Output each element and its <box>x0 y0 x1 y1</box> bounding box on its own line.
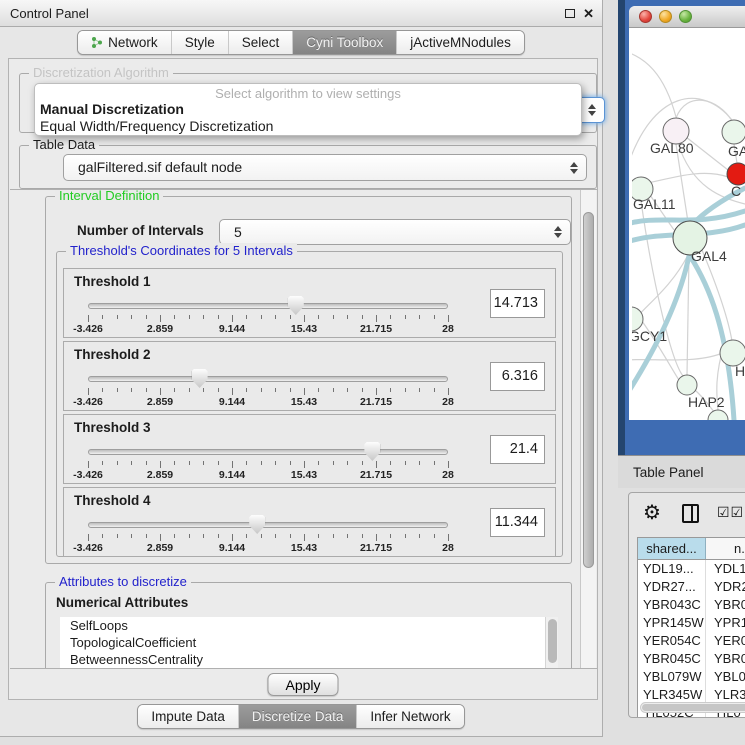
table-panel: ⚙ ☑☑ shared... n... YDL19...YDL1 YDR27..… <box>628 492 745 718</box>
apply-button[interactable]: Apply <box>267 673 338 696</box>
threshold-2-box: Threshold 2 -3.4262.8599.14415.4321.7152… <box>63 341 556 411</box>
svg-text:HAP2: HAP2 <box>688 394 725 410</box>
algorithm-dropdown-popup: Select algorithm to view settings Manual… <box>34 83 582 136</box>
frame-edge <box>618 0 625 455</box>
zoom-traffic-light-icon[interactable] <box>679 10 692 23</box>
combo-arrows-icon <box>570 162 578 174</box>
list-scrollbar[interactable] <box>545 617 558 669</box>
threshold-coordinates-label: Threshold's Coordinates for 5 Intervals <box>66 243 297 258</box>
table-data-label: Table Data <box>29 137 99 152</box>
attributes-group-label: Attributes to discretize <box>55 574 191 589</box>
numerical-attributes-list: SelfLoops TopologicalCoefficient Between… <box>60 617 558 669</box>
tab-style[interactable]: Style <box>171 31 228 54</box>
algorithm-option-manual[interactable]: Manual Discretization <box>35 101 581 118</box>
svg-text:GAL4: GAL4 <box>691 248 727 264</box>
number-of-intervals-label: Number of Intervals <box>77 223 204 238</box>
table-row[interactable]: YBR043CYBR0 <box>638 596 745 614</box>
panel-title: Control Panel <box>10 6 89 21</box>
svg-text:C: C <box>731 183 741 199</box>
network-canvas[interactable]: GAL80 GA C GAL11 GAL4 GCY1 H HAP2 <box>632 28 745 420</box>
table-row[interactable]: YBR045CYBR0 <box>638 650 745 668</box>
number-of-intervals-combobox[interactable]: 5 <box>219 219 571 245</box>
cyni-content-panel: Discretization Algorithm Select algorith… <box>8 58 598 700</box>
algorithm-placeholder-item: Select algorithm to view settings <box>35 84 581 101</box>
slider-thumb[interactable] <box>288 296 304 315</box>
svg-text:GAL80: GAL80 <box>650 140 694 156</box>
tab-discretize-data[interactable]: Discretize Data <box>238 705 357 728</box>
threshold-3-slider[interactable]: -3.4262.8599.14415.4321.71528 <box>88 441 448 483</box>
discretization-algorithm-label: Discretization Algorithm <box>29 65 173 80</box>
gear-icon[interactable]: ⚙ <box>643 500 661 525</box>
settings-vertical-scrollbar[interactable] <box>580 190 596 668</box>
combo-arrows-icon <box>588 104 596 116</box>
settings-scroll-area: Interval Definition Number of Intervals … <box>10 189 597 669</box>
threshold-2-slider[interactable]: -3.4262.8599.14415.4321.71528 <box>88 368 448 410</box>
control-panel: Control Panel ✕ Network Style Select Cyn… <box>0 0 603 737</box>
list-item[interactable]: BetweennessCentrality <box>60 651 558 668</box>
threshold-4-value-field[interactable]: 11.344 <box>490 508 545 537</box>
node-truncated-top-right[interactable] <box>722 120 745 144</box>
slider-thumb[interactable] <box>364 442 380 461</box>
node-bottom-truncated[interactable] <box>708 410 728 420</box>
list-item[interactable]: TopologicalCoefficient <box>60 634 558 651</box>
table-row[interactable]: YDR27...YDR2 <box>638 578 745 596</box>
slider-thumb[interactable] <box>249 515 265 534</box>
table-horizontal-scrollbar[interactable] <box>640 702 745 713</box>
column-header-name[interactable]: n... <box>706 538 745 559</box>
close-traffic-light-icon[interactable] <box>639 10 652 23</box>
threshold-3-box: Threshold 3 -3.4262.8599.14415.4321.7152… <box>63 414 556 484</box>
node-red-selected[interactable] <box>727 163 745 185</box>
minimize-traffic-light-icon[interactable] <box>659 10 672 23</box>
algorithm-option-equal-width[interactable]: Equal Width/Frequency Discretization <box>35 118 581 135</box>
threshold-3-value-field[interactable]: 21.4 <box>490 435 545 464</box>
table-row[interactable]: YPR145WYPR1 <box>638 614 745 632</box>
tab-cyni-toolbox[interactable]: Cyni Toolbox <box>292 31 396 54</box>
tab-infer-network[interactable]: Infer Network <box>356 705 463 728</box>
table-panel-title: Table Panel <box>633 465 704 480</box>
attributes-to-discretize-group: Attributes to discretize Numerical Attri… <box>45 582 572 669</box>
node-table: shared... n... YDL19...YDL1 YDR27...YDR2… <box>637 537 745 718</box>
numerical-attributes-title: Numerical Attributes <box>56 595 188 610</box>
columns-icon[interactable] <box>682 504 699 523</box>
interval-definition-label: Interval Definition <box>55 189 163 203</box>
threshold-4-box: Threshold 4 -3.4262.8599.14415.4321.7152… <box>63 487 556 557</box>
threshold-1-value-field[interactable]: 14.713 <box>490 289 545 318</box>
threshold-coordinates-group: Threshold's Coordinates for 5 Intervals … <box>56 251 563 557</box>
network-window-titlebar[interactable] <box>629 6 745 28</box>
threshold-1-box: Threshold 1 -3.4262.8599.14415.4321.7152… <box>63 268 556 338</box>
svg-text:GA: GA <box>728 143 745 159</box>
table-row[interactable]: YBL079WYBL0 <box>638 668 745 686</box>
tab-jactivemnodules[interactable]: jActiveMNodules <box>396 31 524 54</box>
network-view-frame: GAL80 GA C GAL11 GAL4 GCY1 H HAP2 <box>618 0 745 455</box>
threshold-1-slider[interactable]: -3.4262.8599.14415.4321.71528 <box>88 295 448 337</box>
table-header-row: shared... n... <box>638 538 745 560</box>
svg-text:GAL11: GAL11 <box>633 196 676 212</box>
slider-thumb[interactable] <box>192 369 208 388</box>
tab-select[interactable]: Select <box>228 31 293 54</box>
network-icon <box>91 36 103 49</box>
column-header-shared-name[interactable]: shared... <box>638 538 706 559</box>
threshold-2-value-field[interactable]: 6.316 <box>490 362 545 391</box>
network-window: GAL80 GA C GAL11 GAL4 GCY1 H HAP2 <box>629 6 745 420</box>
svg-text:GCY1: GCY1 <box>632 328 667 344</box>
svg-text:H: H <box>735 363 745 379</box>
tab-impute-data[interactable]: Impute Data <box>138 705 238 728</box>
table-data-combobox[interactable]: galFiltered.sif default node <box>63 154 587 181</box>
bottom-tab-row: Impute Data Discretize Data Infer Networ… <box>0 704 602 729</box>
table-row[interactable]: YER054CYER0 <box>638 632 745 650</box>
combo-arrows-icon <box>554 226 562 238</box>
list-item[interactable]: SelfLoops <box>60 617 558 634</box>
threshold-4-slider[interactable]: -3.4262.8599.14415.4321.71528 <box>88 514 448 556</box>
float-window-icon[interactable] <box>565 9 575 18</box>
checkbox-icons[interactable]: ☑☑ <box>717 504 744 521</box>
right-region: GAL80 GA C GAL11 GAL4 GCY1 H HAP2 Table … <box>618 0 745 745</box>
interval-definition-group: Interval Definition Number of Intervals … <box>45 196 572 564</box>
node-hap2[interactable] <box>677 375 697 395</box>
top-tab-row: Network Style Select Cyni Toolbox jActiv… <box>0 30 602 55</box>
table-row[interactable]: YDL19...YDL1 <box>638 560 745 578</box>
control-panel-titlebar: Control Panel ✕ <box>0 0 602 27</box>
tab-network[interactable]: Network <box>78 31 171 54</box>
close-icon[interactable]: ✕ <box>583 0 594 27</box>
table-panel-titlebar: Table Panel <box>618 455 745 488</box>
